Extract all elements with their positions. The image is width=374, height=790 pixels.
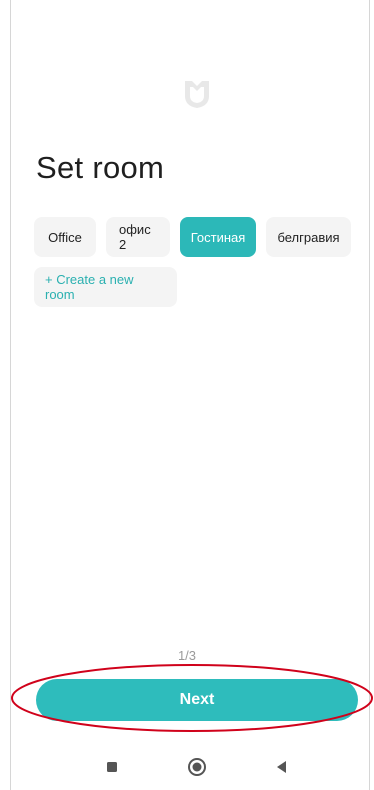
room-list: Office офис 2 Гостиная белгравия + Creat… [34, 217, 364, 317]
room-chip-office[interactable]: Office [34, 217, 96, 257]
mi-home-logo-icon [185, 81, 209, 108]
circle-home-icon[interactable] [182, 752, 212, 782]
page-title: Set room [36, 150, 165, 185]
create-room-button[interactable]: + Create a new room [34, 267, 177, 307]
room-chip-gostinaya[interactable]: Гостиная [180, 217, 256, 257]
highlight-ellipse [11, 664, 373, 732]
square-recents-icon[interactable] [97, 752, 127, 782]
room-chip-belgravia[interactable]: белгравия [266, 217, 351, 257]
room-chip-ofis-2[interactable]: офис 2 [106, 217, 170, 257]
system-nav-bar [0, 752, 374, 782]
triangle-back-icon[interactable] [267, 752, 297, 782]
